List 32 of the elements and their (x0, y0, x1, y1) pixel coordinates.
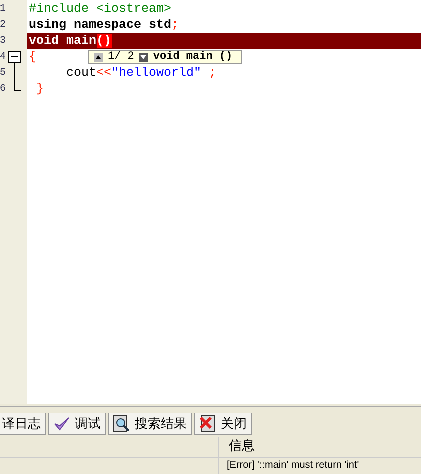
panel-tab[interactable]: 调试 (48, 413, 106, 435)
next-arrow-icon[interactable] (139, 52, 148, 62)
code-symbol: ; (172, 18, 180, 32)
overload-counter: 1/ 2 (108, 51, 134, 63)
line-number: 3 (0, 36, 8, 46)
code-symbol: } (36, 82, 44, 96)
code-editor[interactable]: 1 #include <iostream> 2 using namespace std; 3 void main() 4 { 5 cout<<"helloworld" ; 6 } 1/ 2 void main () (0, 0, 421, 404)
search-icon (113, 414, 131, 432)
preprocessor-directive: #include <iostream> (29, 2, 172, 16)
line-number: 6 (0, 84, 8, 94)
previous-arrow-icon[interactable] (94, 52, 103, 62)
collapse-icon[interactable] (8, 49, 21, 65)
function-signature: void main () (153, 51, 233, 63)
string-literal: "helloworld" (112, 66, 202, 80)
close-icon (199, 414, 217, 432)
error-message: [Error] '::main' must return 'int' (226, 459, 360, 473)
panel-tab[interactable]: 搜索结果 (108, 413, 192, 435)
panel-tab[interactable]: 关闭 (194, 413, 252, 435)
column-header[interactable]: 信息 (219, 437, 255, 457)
code-text: cout (66, 66, 97, 80)
code-symbol: ; (208, 66, 217, 80)
line-number: 4 (0, 52, 8, 62)
line-number: 2 (0, 20, 8, 30)
matched-parentheses: () (96, 34, 112, 48)
code-symbol: << (96, 66, 112, 80)
line-number: 1 (0, 4, 8, 14)
line-number: 5 (0, 68, 8, 78)
code-keyword: using namespace std (29, 18, 172, 32)
code-keyword: void main (29, 34, 97, 48)
code-symbol: { (29, 50, 37, 64)
checkmark-icon (53, 416, 71, 432)
panel-tab[interactable]: 译日志 (0, 413, 46, 435)
